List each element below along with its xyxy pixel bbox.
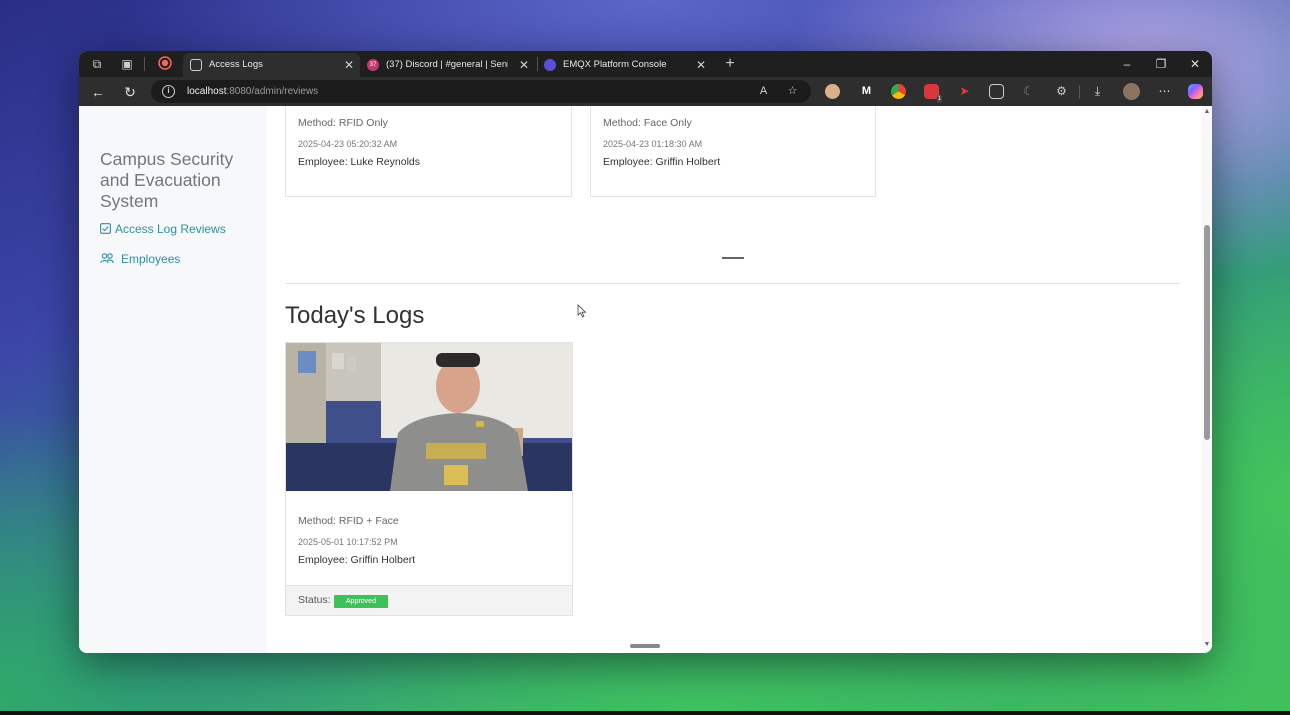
restore-icon[interactable]: ❐ bbox=[1151, 55, 1171, 73]
page-content: Campus Security and Evacuation System Ac… bbox=[79, 106, 1212, 653]
log-employee: Employee: Griffin Holbert bbox=[603, 156, 721, 168]
log-method: Method: RFID + Face bbox=[298, 515, 399, 527]
horizontal-scroll-handle[interactable] bbox=[630, 644, 660, 648]
tab-label: EMQX Platform Console bbox=[563, 59, 667, 70]
scroll-up-icon[interactable]: ▲ bbox=[1203, 108, 1211, 115]
url-path: :8080/admin/reviews bbox=[226, 86, 319, 97]
log-card: Method: RFID Only 2025-04-23 05:20:32 AM… bbox=[285, 106, 572, 197]
refresh-icon[interactable]: ↻ bbox=[121, 83, 139, 101]
sidebar: Campus Security and Evacuation System Ac… bbox=[79, 106, 267, 653]
extension-badge: 1 bbox=[936, 95, 942, 103]
extension-cursor-icon[interactable]: ➤ bbox=[957, 84, 972, 99]
log-method: Method: RFID Only bbox=[298, 117, 388, 129]
new-tab-icon[interactable]: + bbox=[722, 56, 738, 72]
extension-red-icon[interactable]: 1 bbox=[924, 84, 942, 103]
discord-icon: 37 bbox=[367, 59, 379, 71]
log-method: Method: Face Only bbox=[603, 117, 692, 129]
brand-title: Campus Security and Evacuation System bbox=[100, 149, 234, 211]
tab-actions-icon[interactable]: ▣ bbox=[119, 56, 135, 72]
sidebar-item-access-log-reviews[interactable]: Access Log Reviews bbox=[100, 222, 226, 236]
page-icon bbox=[190, 59, 202, 71]
browser-window: ⧉ ▣ Access Logs ✕ 37 (37) Discord | #gen… bbox=[79, 51, 1212, 653]
log-employee: Employee: Luke Reynolds bbox=[298, 156, 420, 168]
favorite-star-icon[interactable]: ☆ bbox=[785, 84, 800, 99]
section-divider bbox=[285, 283, 1180, 284]
log-timestamp: 2025-04-23 01:18:30 AM bbox=[603, 139, 703, 149]
scroll-down-icon[interactable]: ▼ bbox=[1203, 641, 1211, 648]
toolbar-separator bbox=[1079, 85, 1080, 99]
record-icon[interactable] bbox=[157, 56, 173, 72]
more-menu-icon[interactable]: ⋯ bbox=[1157, 84, 1172, 99]
address-bar[interactable]: i localhost:8080/admin/reviews A ☆ bbox=[151, 80, 811, 103]
log-card: Method: Face Only 2025-04-23 01:18:30 AM… bbox=[590, 106, 876, 197]
extension-face-icon[interactable] bbox=[825, 84, 840, 99]
close-window-icon[interactable]: ✕ bbox=[1185, 55, 1205, 73]
card-footer: Status: Approved bbox=[286, 585, 572, 615]
tab-access-logs[interactable]: Access Logs ✕ bbox=[183, 53, 360, 77]
close-icon[interactable]: ✕ bbox=[696, 53, 706, 77]
extension-box-icon[interactable] bbox=[989, 84, 1004, 99]
log-timestamp: 2025-04-23 05:20:32 AM bbox=[298, 139, 398, 149]
address-url[interactable]: localhost:8080/admin/reviews bbox=[187, 80, 318, 103]
info-icon[interactable]: i bbox=[162, 85, 175, 98]
scrollbar-thumb[interactable] bbox=[1204, 225, 1210, 440]
tab-separator bbox=[144, 57, 145, 71]
download-icon[interactable]: ⤓ bbox=[1090, 84, 1105, 99]
sidebar-item-label: Access Log Reviews bbox=[115, 222, 226, 236]
profile-avatar[interactable] bbox=[1123, 83, 1140, 100]
browser-toolbar: ← ↻ i localhost:8080/admin/reviews A ☆ M… bbox=[79, 77, 1212, 106]
url-host: localhost bbox=[187, 86, 227, 97]
close-icon[interactable]: ✕ bbox=[519, 53, 529, 77]
tab-label: Access Logs bbox=[209, 59, 263, 70]
workspaces-icon[interactable]: ⧉ bbox=[89, 56, 105, 72]
read-aloud-icon[interactable]: A bbox=[756, 84, 771, 99]
extension-m-icon[interactable]: M bbox=[859, 84, 874, 99]
tab-discord[interactable]: 37 (37) Discord | #general | Senior C ✕ bbox=[360, 53, 535, 77]
log-employee: Employee: Griffin Holbert bbox=[298, 554, 416, 566]
mouse-cursor-icon bbox=[577, 304, 587, 318]
extension-moon-icon[interactable]: ☾ bbox=[1021, 84, 1036, 99]
tab-strip: ⧉ ▣ Access Logs ✕ 37 (37) Discord | #gen… bbox=[79, 51, 1212, 77]
people-icon bbox=[100, 253, 114, 264]
check-square-icon bbox=[100, 223, 111, 234]
section-title: Today's Logs bbox=[285, 302, 425, 329]
log-photo[interactable] bbox=[286, 343, 572, 491]
sidebar-item-label: Employees bbox=[121, 252, 181, 266]
vertical-scrollbar[interactable]: ▲ ▼ bbox=[1202, 106, 1212, 653]
log-timestamp: 2025-05-01 10:17:52 PM bbox=[298, 537, 398, 547]
extension-chrome-icon[interactable] bbox=[891, 84, 906, 99]
back-icon[interactable]: ← bbox=[89, 83, 107, 101]
copilot-icon[interactable] bbox=[1188, 84, 1203, 99]
bottom-bar bbox=[0, 711, 1290, 715]
close-icon[interactable]: ✕ bbox=[344, 53, 354, 77]
status-label: Status: bbox=[298, 594, 331, 606]
status-badge: Approved bbox=[334, 595, 388, 608]
minimize-icon[interactable]: – bbox=[1117, 55, 1137, 73]
emqx-icon bbox=[544, 59, 556, 71]
sidebar-item-employees[interactable]: Employees bbox=[100, 252, 180, 266]
log-card: Method: RFID + Face 2025-05-01 10:17:52 … bbox=[285, 342, 573, 616]
tab-emqx[interactable]: EMQX Platform Console ✕ bbox=[537, 53, 712, 77]
carousel-indicator[interactable] bbox=[722, 257, 744, 259]
tab-label: (37) Discord | #general | Senior C bbox=[386, 59, 508, 70]
extensions-puzzle-icon[interactable]: ⚙ bbox=[1054, 84, 1069, 99]
